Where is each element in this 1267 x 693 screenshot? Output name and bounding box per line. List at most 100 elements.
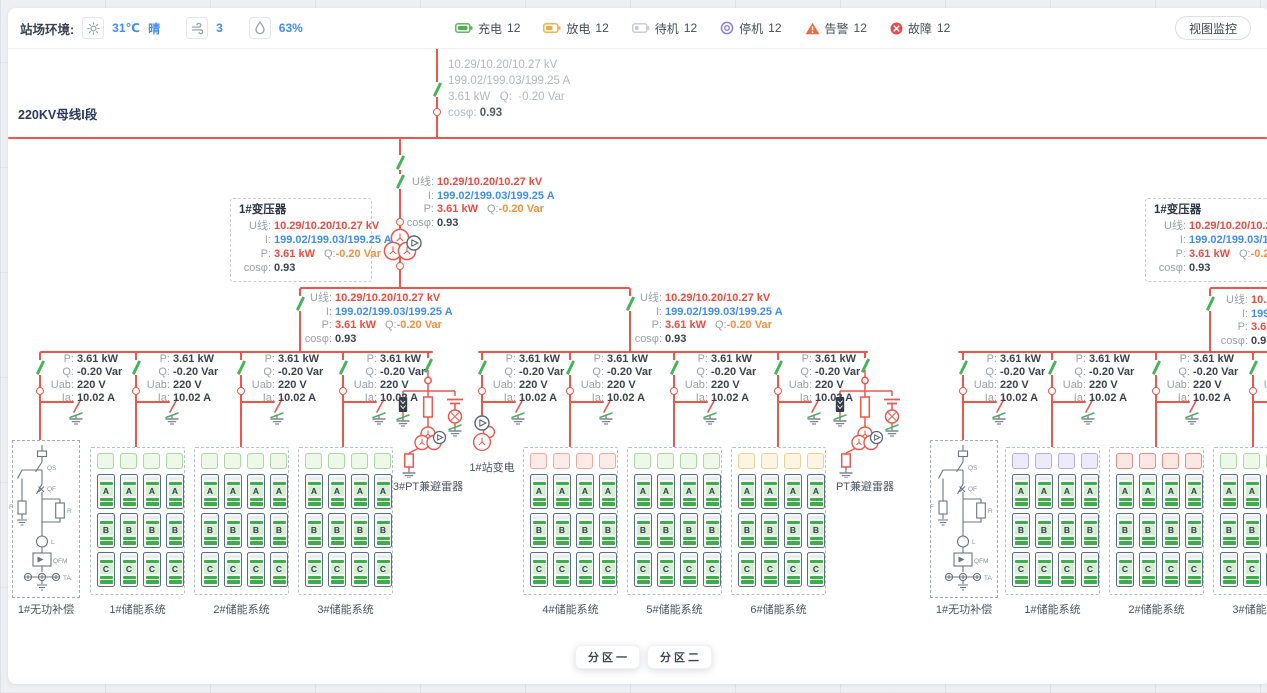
storage-unit-name: 1#储能系统 (1005, 601, 1100, 617)
battery-bar (1084, 498, 1097, 501)
battery-bar (169, 482, 182, 485)
app-window: 站场环境: 31℃ 晴 3 63% 充电12放电12待机12停机12告警12故障… (0, 0, 1267, 693)
battery-cluster-letter: A (227, 486, 240, 496)
battery-bar (1084, 482, 1097, 485)
battery-bar (660, 560, 673, 563)
battery-gap (1038, 477, 1051, 480)
feeder-readings: P:3.61 kWQ:-0.20 VarUab:220 VIa:10.02 A (489, 353, 564, 405)
battery-bar (683, 537, 696, 540)
stop-icon (720, 21, 734, 35)
pcs-status-indicator (807, 453, 824, 469)
battery-cell: A (1162, 474, 1180, 509)
battery-cluster-letter: B (764, 525, 777, 535)
battery-gap (660, 516, 673, 519)
battery-gap (1165, 555, 1178, 558)
battery-cluster-letter: C (579, 564, 592, 574)
legend-item-fault[interactable]: 故障12 (890, 20, 950, 37)
battery-bar (273, 576, 286, 579)
battery-bar (377, 560, 390, 563)
battery-bar (1188, 560, 1201, 563)
battery-gap (533, 516, 546, 519)
battery-cell: C (576, 552, 594, 587)
legend-item-alarm[interactable]: 告警12 (805, 20, 867, 37)
battery-bar (250, 541, 263, 544)
battery-bar (123, 576, 136, 579)
connection-node-icon (36, 387, 44, 395)
battery-cell: C (1243, 552, 1261, 587)
disconnector-switch-icon (1248, 360, 1258, 375)
battery-cell: A (703, 474, 721, 509)
battery-bar (204, 502, 217, 505)
connection-node-icon (1152, 387, 1160, 395)
battery-cell: A (634, 474, 652, 509)
feeder-readings: P:3.61 kWQ:-0.20 VarUab:220 VIa:10.02 A (681, 353, 756, 405)
i-label: I: (1210, 308, 1251, 322)
battery-bar (533, 502, 546, 505)
measure-row: cosφ:0.93 (630, 333, 783, 347)
battery-cluster-letter: C (741, 564, 754, 574)
legend-item-stopped[interactable]: 停机12 (720, 20, 781, 37)
measure-row: U线:10.29/10.20/10.27 kV (630, 292, 783, 306)
measure-row: P:3.61 kWQ:-0.20 Var (300, 319, 453, 333)
battery-bar (308, 537, 321, 540)
storage-unit-name: 6#储能系统 (731, 601, 826, 617)
station-transformer-icon (467, 414, 503, 460)
battery-gap (227, 555, 240, 558)
measure-row: P:3.61 kW (489, 353, 564, 366)
battery-cell: B (1139, 513, 1157, 548)
battery-bar (1119, 541, 1132, 544)
zone-1-button[interactable]: 分区一 (575, 645, 640, 669)
battery-bar (377, 502, 390, 505)
measure-row: I:199.02/199.03/199.25 A (1154, 233, 1267, 247)
u-value: 10.29/10.20/10.27 kV (335, 292, 440, 306)
legend-item-discharging[interactable]: 放电12 (543, 20, 608, 37)
u-value: 10.29/10.20/10.27 kV (1251, 294, 1267, 308)
battery-cluster-letter: B (660, 525, 673, 535)
battery-cell: B (784, 513, 802, 548)
battery-cluster-letter: B (204, 525, 217, 535)
battery-bar (1165, 482, 1178, 485)
legend-item-charging[interactable]: 充电12 (455, 20, 520, 37)
measure-row: Uab:220 V (489, 379, 564, 392)
battery-bar (354, 537, 367, 540)
measure-row: Uab:220 V (785, 379, 860, 392)
battery-bar (810, 580, 823, 583)
view-monitor-button[interactable]: 视图监控 (1175, 16, 1251, 40)
battery-bar (354, 560, 367, 563)
measure-row: Uab:220 V (350, 379, 425, 392)
battery-bar (227, 482, 240, 485)
legend-item-standby[interactable]: 待机12 (632, 20, 697, 37)
zone-2-button[interactable]: 分区二 (647, 645, 712, 669)
q-label: Q: (487, 203, 499, 217)
cos-label: cosφ: (239, 261, 274, 275)
feeder-readings: P:3.61 kWQ:-0.20 VarUab:220 VIa:10.02 A (577, 353, 652, 405)
battery-bar (1061, 576, 1074, 579)
battery-cluster-letter: C (1188, 564, 1201, 574)
battery-bar (1223, 541, 1236, 544)
u-label: U线: (239, 219, 274, 233)
battery-cell: A (1012, 474, 1030, 509)
battery-cluster-letter: C (169, 564, 182, 574)
battery-cell: A (143, 474, 161, 509)
battery-gap (764, 477, 777, 480)
battery-bar (706, 498, 719, 501)
battery-cluster-letter: A (1015, 486, 1028, 496)
p-label: P: (1154, 247, 1189, 261)
battery-bar (227, 537, 240, 540)
p-label: P: (239, 247, 274, 261)
feeder-readings: P:3.61 kWQ:-0.20 VarUab:220 VIa:10.02 A (248, 353, 323, 405)
battery-bar (602, 580, 615, 583)
measure-row: U线:10.29/10.20/10.27 kV (1154, 219, 1267, 233)
battery-bar (308, 498, 321, 501)
battery-gap (1188, 477, 1201, 480)
measure-row: U线:10.29/10.20/10.27 kV (1210, 294, 1267, 308)
pcs-status-indicator (703, 453, 720, 469)
battery-gap (810, 516, 823, 519)
uab-label: Uab: (143, 379, 173, 392)
uab-label: Uab: (785, 379, 815, 392)
p-value: 3.61 kW (278, 353, 319, 366)
battery-cell: B (703, 513, 721, 548)
disconnector-switch-icon (338, 360, 348, 375)
q-label: Q: (681, 366, 711, 379)
battery-cluster-letter: C (377, 564, 390, 574)
